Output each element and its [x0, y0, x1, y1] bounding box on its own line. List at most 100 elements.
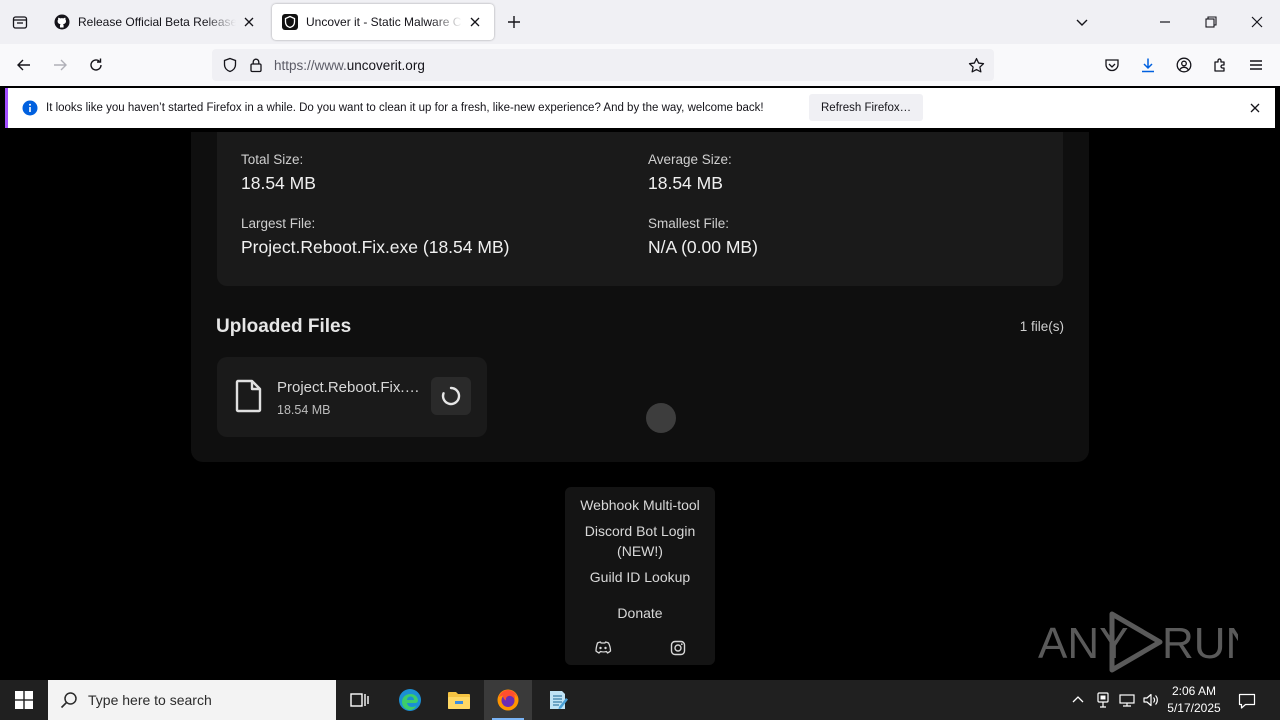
file-name: Project.Reboot.Fix.exe: [277, 379, 427, 396]
action-center-button[interactable]: [1236, 690, 1258, 712]
cursor-indicator: [646, 403, 676, 433]
search-icon: [60, 692, 77, 709]
stat-average-size: Average Size: 18.54 MB: [648, 152, 732, 194]
forward-button[interactable]: [46, 51, 74, 79]
stat-value: N/A (0.00 MB): [648, 237, 758, 257]
anyrun-watermark: ANY RUN: [1038, 611, 1238, 673]
taskbar-search-box[interactable]: Type here to search: [48, 680, 336, 720]
taskbar-edge[interactable]: [386, 680, 434, 720]
stat-value: 18.54 MB: [648, 173, 723, 193]
notification-icon: [1238, 693, 1256, 709]
info-icon: [22, 100, 38, 116]
firefox-view-icon: [12, 16, 28, 29]
show-hidden-icons-button[interactable]: [1068, 690, 1088, 710]
taskbar-firefox[interactable]: [484, 680, 532, 720]
chevron-up-icon: [1072, 696, 1084, 703]
star-icon: [968, 57, 984, 73]
arrow-left-icon: [17, 59, 30, 71]
instagram-icon: [670, 640, 686, 656]
extensions-button[interactable]: [1206, 51, 1234, 79]
clock-date: 5/17/2025: [1167, 701, 1221, 715]
notepad-icon: [550, 691, 568, 709]
url-prefix: https://www.: [274, 57, 347, 73]
file-stats-card: Total Size: 18.54 MB Average Size: 18.54…: [217, 132, 1063, 286]
task-view-icon: [350, 693, 369, 707]
url-text[interactable]: https://www.uncoverit.org: [274, 58, 425, 73]
restore-button[interactable]: [1197, 8, 1225, 36]
folder-icon: [448, 692, 470, 709]
taskbar-notepad[interactable]: [533, 680, 581, 720]
refresh-firefox-notification: It looks like you haven’t started Firefo…: [5, 88, 1275, 128]
chevron-down-icon: [1076, 19, 1088, 26]
account-icon: [1176, 57, 1192, 73]
menu-item-new-badge[interactable]: (NEW!): [565, 541, 715, 561]
tools-menu: Webhook Multi-tool Discord Bot Login (NE…: [565, 487, 715, 665]
search-placeholder: Type here to search: [88, 692, 212, 708]
tray-volume-button[interactable]: [1141, 690, 1161, 710]
taskbar-file-explorer[interactable]: [435, 680, 483, 720]
task-view-button[interactable]: [336, 680, 384, 720]
file-item[interactable]: Project.Reboot.Fix.exe 18.54 MB: [217, 357, 487, 437]
pocket-icon: [1105, 59, 1119, 72]
back-button[interactable]: [10, 51, 38, 79]
close-icon: [244, 17, 254, 27]
menu-item-donate[interactable]: Donate: [565, 603, 715, 623]
tray-usb-button[interactable]: [1093, 690, 1113, 710]
discord-icon: [595, 641, 612, 654]
stat-value: 18.54 MB: [241, 173, 316, 193]
bookmark-button[interactable]: [964, 53, 988, 77]
instagram-link[interactable]: [667, 637, 689, 659]
minimize-icon: [1160, 21, 1170, 23]
tab-github-release[interactable]: Release Official Beta Release! · B: [44, 4, 268, 40]
github-icon: [54, 14, 70, 30]
url-domain: uncoverit.org: [346, 57, 425, 73]
window-close-button[interactable]: [1243, 8, 1271, 36]
discord-link[interactable]: [592, 637, 614, 659]
shield-icon[interactable]: [222, 57, 238, 73]
puzzle-icon: [1214, 58, 1225, 72]
stat-label: Average Size:: [648, 152, 732, 167]
refresh-firefox-button[interactable]: Refresh Firefox…: [809, 94, 924, 121]
watermark-text-right: RUN: [1162, 619, 1238, 668]
reload-button[interactable]: [82, 51, 110, 79]
usb-device-icon: [1097, 692, 1109, 708]
stat-smallest-file: Smallest File: N/A (0.00 MB): [648, 216, 758, 258]
file-loading-button[interactable]: [431, 377, 471, 415]
lock-icon[interactable]: [248, 57, 264, 73]
stat-label: Largest File:: [241, 216, 316, 231]
clock-time: 2:06 AM: [1171, 684, 1217, 698]
taskbar-clock[interactable]: 2:06 AM 5/17/2025: [1160, 683, 1228, 717]
stat-value: Project.Reboot.Fix.exe (18.54 MB): [241, 237, 510, 257]
downloads-button[interactable]: [1134, 51, 1162, 79]
plus-icon: [508, 16, 520, 28]
tray-network-button[interactable]: [1117, 690, 1137, 710]
pocket-button[interactable]: [1098, 51, 1126, 79]
notification-close-button[interactable]: [1247, 100, 1263, 116]
account-button[interactable]: [1170, 51, 1198, 79]
tab-uncoverit[interactable]: Uncover it - Static Malware Con: [272, 4, 494, 40]
uploaded-files-heading: Uploaded Files: [216, 316, 352, 337]
menu-item-guild-id-lookup[interactable]: Guild ID Lookup: [565, 567, 715, 587]
file-count: 1 file(s): [1019, 319, 1064, 334]
new-tab-button[interactable]: [502, 10, 526, 34]
menu-item-webhook-multi-tool[interactable]: Webhook Multi-tool: [565, 495, 715, 515]
app-menu-button[interactable]: [1242, 51, 1270, 79]
close-icon: [470, 17, 480, 27]
tab-title: Uncover it - Static Malware Con: [306, 15, 462, 29]
windows-logo-icon: [15, 691, 33, 709]
tab-close-button[interactable]: [240, 13, 258, 31]
list-all-tabs-button[interactable]: [1068, 8, 1096, 36]
stat-label: Total Size:: [241, 152, 304, 167]
hamburger-icon: [1250, 60, 1262, 70]
navigation-toolbar: https://www.uncoverit.org: [0, 44, 1280, 86]
address-bar[interactable]: https://www.uncoverit.org: [212, 49, 994, 81]
minimize-button[interactable]: [1151, 8, 1179, 36]
reload-icon: [90, 58, 102, 71]
arrow-right-icon: [54, 59, 67, 71]
menu-item-discord-bot-login[interactable]: Discord Bot Login: [565, 521, 715, 541]
start-button[interactable]: [0, 680, 48, 720]
tab-close-button[interactable]: [466, 13, 484, 31]
firefox-view-button[interactable]: [6, 8, 34, 36]
stat-total-size: Total Size: 18.54 MB: [241, 152, 316, 194]
network-icon: [1119, 694, 1135, 707]
